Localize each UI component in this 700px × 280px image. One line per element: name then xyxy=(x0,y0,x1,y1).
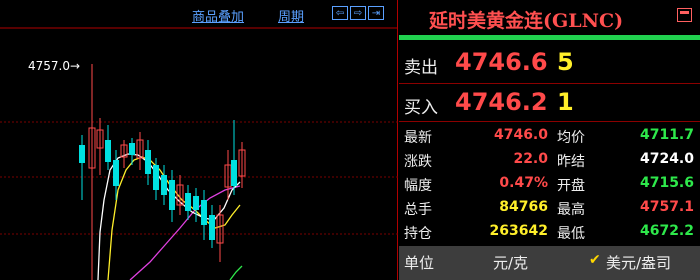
unit-label: 单位 xyxy=(404,254,435,272)
candle-down xyxy=(185,193,191,211)
divider xyxy=(399,121,700,122)
quote-value: 84766 xyxy=(499,199,548,215)
title-accent-bar xyxy=(399,35,700,40)
sell-row: 卖出 4746.6 5 xyxy=(399,45,700,83)
buy-label: 买入 xyxy=(404,98,438,118)
unit-toggle-usd-oz[interactable]: 美元/盎司 xyxy=(606,252,671,273)
buy-price: 4746.2 xyxy=(455,88,548,116)
candle-down xyxy=(201,200,207,225)
quote-label: 最低 xyxy=(557,226,585,242)
quote-row: 涨跌 22.0 昨结 4724.0 xyxy=(399,149,700,173)
candle-down xyxy=(169,180,175,210)
quote-label: 涨跌 xyxy=(404,154,432,170)
instrument-title: 延时美黄金连(GLNC) xyxy=(429,10,624,32)
quote-row: 最新 4746.0 均价 4711.7 xyxy=(399,125,700,149)
minimize-icon[interactable] xyxy=(677,8,692,22)
candle-down xyxy=(153,165,159,190)
unit-value: 元/克 xyxy=(493,254,529,272)
quote-value: 4672.2 xyxy=(639,223,694,239)
quote-row: 幅度 0.47% 开盘 4715.6 xyxy=(399,173,700,197)
buy-volume: 1 xyxy=(557,88,574,116)
quote-value: 0.47% xyxy=(499,175,548,191)
quote-label: 总手 xyxy=(404,202,432,218)
candle-down xyxy=(161,175,167,195)
quote-label: 幅度 xyxy=(404,178,432,194)
quote-value: 4715.6 xyxy=(639,175,694,191)
quote-value: 263642 xyxy=(489,223,548,239)
candle-down xyxy=(105,140,111,162)
candle-down xyxy=(231,160,237,186)
quote-row: 持仓 263642 最低 4672.2 xyxy=(399,221,700,245)
unit-bar: 单位 元/克 ✔ 美元/盎司 xyxy=(399,246,700,280)
quote-label: 最新 xyxy=(404,130,432,146)
quote-label: 昨结 xyxy=(557,154,585,170)
quote-label: 均价 xyxy=(557,130,585,146)
ma-line-green xyxy=(229,265,243,280)
divider xyxy=(399,83,700,84)
quote-panel: 延时美黄金连(GLNC) 卖出 4746.6 5 买入 4746.2 1 最新 4… xyxy=(399,0,700,280)
quote-value: 4757.1 xyxy=(639,199,694,215)
sell-price: 4746.6 xyxy=(455,48,548,76)
kline-chart[interactable]: 商品叠加 周期 ⇦ ⇨ ⇥ 4757.0→ xyxy=(0,0,398,280)
chart-canvas: 4757.0→ xyxy=(0,27,398,280)
candle-down xyxy=(193,196,199,210)
quote-label: 开盘 xyxy=(557,178,585,194)
quote-title-bar: 延时美黄金连(GLNC) xyxy=(399,0,700,34)
ma-line-white xyxy=(97,153,241,280)
check-icon: ✔ xyxy=(589,252,601,268)
quote-value: 4724.0 xyxy=(639,151,694,167)
quote-row: 总手 84766 最高 4757.1 xyxy=(399,197,700,221)
quote-label: 持仓 xyxy=(404,226,432,242)
quote-value: 4711.7 xyxy=(639,127,694,143)
candle-down xyxy=(129,143,135,155)
candle-down xyxy=(145,150,151,174)
high-price-marker: 4757.0→ xyxy=(28,59,80,73)
candle-down xyxy=(113,160,119,186)
sell-label: 卖出 xyxy=(404,58,438,78)
buy-row: 买入 4746.2 1 xyxy=(399,85,700,121)
candle-down xyxy=(209,215,215,240)
quote-value: 22.0 xyxy=(513,151,548,167)
candle-down xyxy=(79,145,85,163)
quote-label: 最高 xyxy=(557,202,585,218)
sell-volume: 5 xyxy=(557,48,574,76)
quote-value: 4746.0 xyxy=(493,127,548,143)
